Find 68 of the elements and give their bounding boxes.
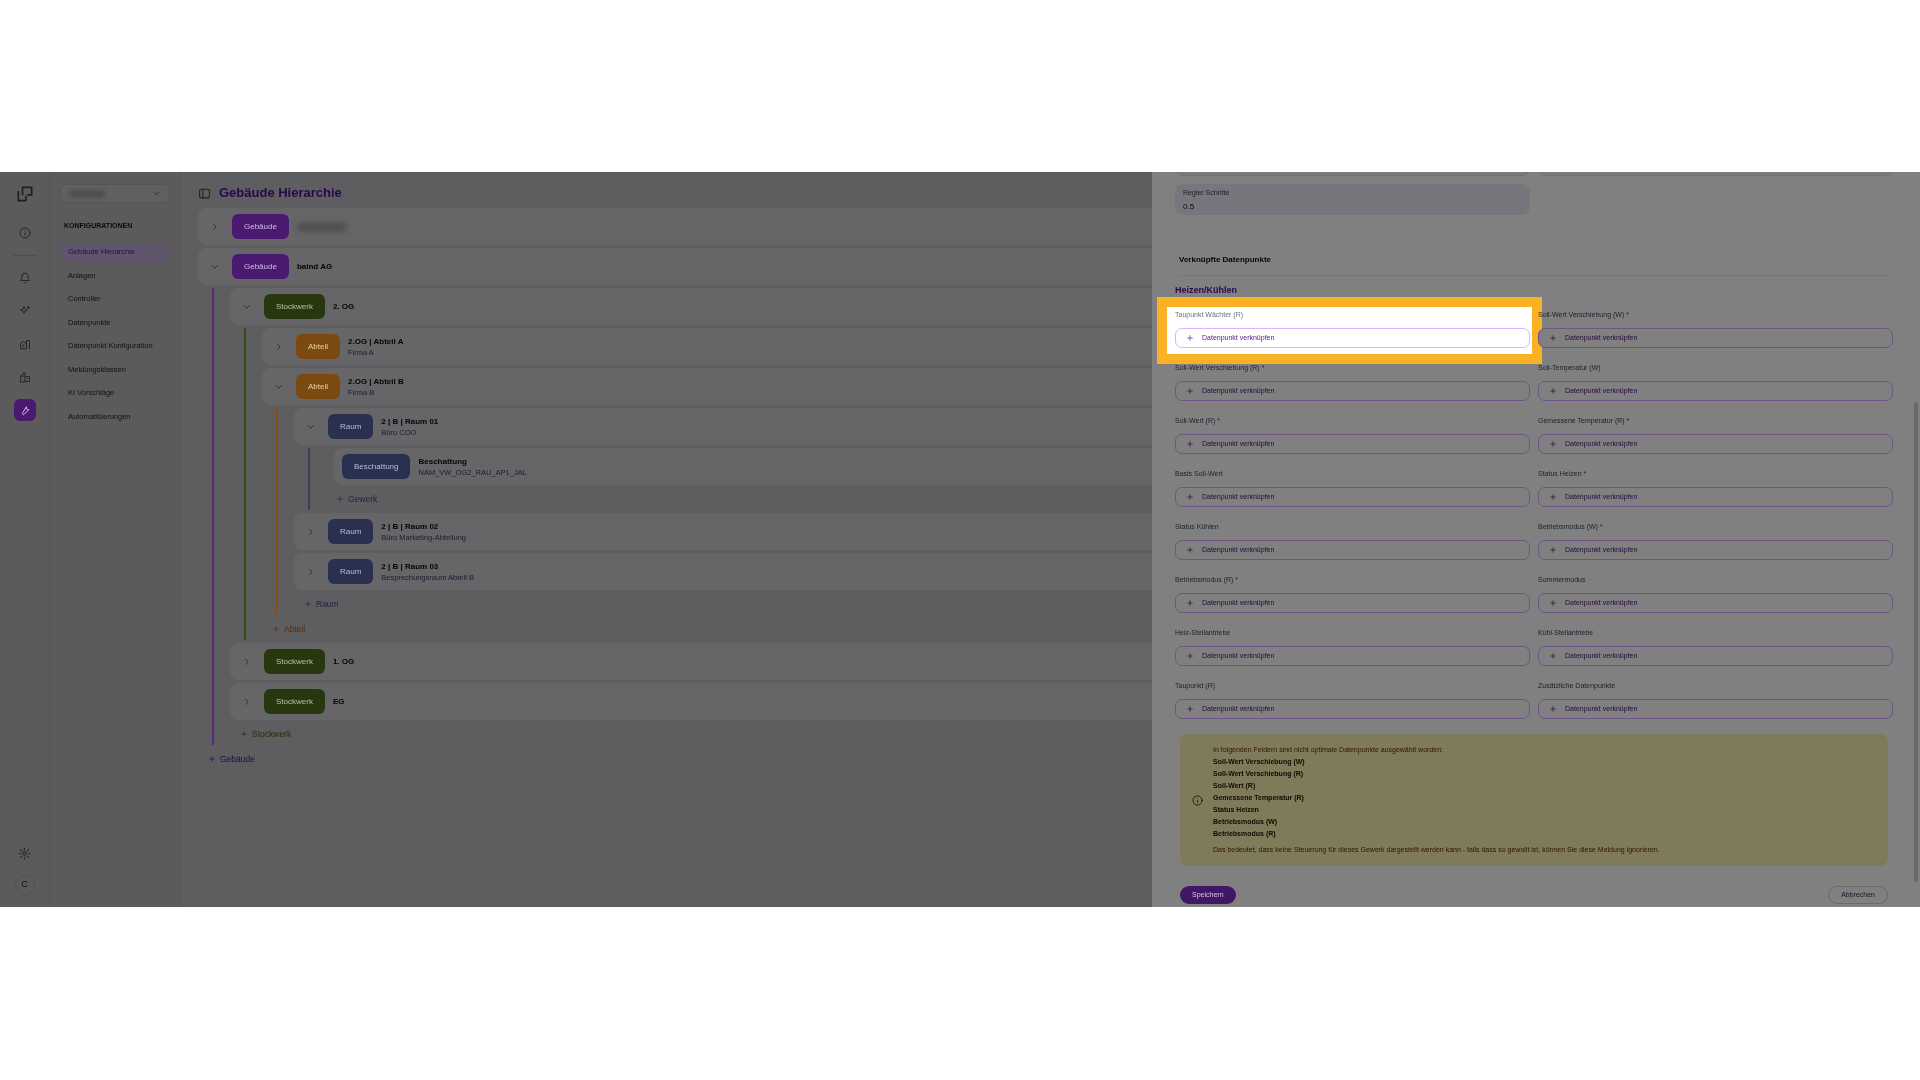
tree-row[interactable]: Stockwerk 1. OG: [230, 643, 1152, 680]
chevron-right-icon[interactable]: [306, 526, 316, 537]
node-title: 2.OG | Abteil B: [348, 375, 404, 387]
node-title: 2. OG: [332, 301, 355, 312]
type-tag: Abteil: [296, 374, 340, 399]
plus-icon: [1186, 440, 1194, 448]
node-title: 2 | B | Raum 03: [381, 560, 440, 572]
plus-icon: [1186, 705, 1194, 713]
field-value: 0.5: [1183, 200, 1196, 213]
plus-icon: [1186, 493, 1194, 501]
sidebar-toggle-icon[interactable]: [198, 186, 211, 200]
info-icon: [18, 227, 31, 239]
type-tag: Stockwerk: [264, 294, 325, 319]
node-title: baind AG: [296, 261, 333, 272]
plus-icon: [304, 600, 312, 608]
chevron-right-icon[interactable]: [306, 566, 316, 577]
type-tag: Raum: [328, 519, 374, 544]
group-title: Heizen/Kühlen: [1175, 284, 1237, 296]
node-title: 2 | B | Raum 02: [381, 520, 440, 532]
plus-icon: [1186, 546, 1194, 554]
plus-icon: [1549, 705, 1557, 713]
type-tag: Stockwerk: [264, 689, 325, 714]
info-icon: [1192, 794, 1203, 806]
plus-icon: [1549, 334, 1557, 342]
tree-row[interactable]: Gebäude: [198, 208, 1152, 245]
node-title: 2.OG | Abteil A: [348, 335, 404, 347]
workspace-dropdown[interactable]: [60, 184, 170, 203]
plus-icon: [240, 730, 248, 738]
page-title: Gebäude Hierarchie: [219, 184, 342, 203]
plus-icon: [1549, 440, 1557, 448]
tree-row[interactable]: Stockwerk EG: [230, 683, 1152, 720]
plus-icon: [208, 755, 216, 763]
type-tag: Abteil: [296, 334, 340, 359]
bell-icon: [18, 272, 31, 284]
plus-icon: [1549, 493, 1557, 501]
add-link[interactable]: Gebäude: [208, 748, 255, 770]
tree-row[interactable]: Gebäude baind AG: [198, 248, 1152, 285]
plus-icon: [1549, 599, 1557, 607]
type-tag: Stockwerk: [264, 649, 325, 674]
plus-icon: [272, 625, 280, 633]
wrench-button[interactable]: [13, 399, 36, 421]
buildings-icon: [18, 338, 31, 350]
type-tag: Gebäude: [232, 214, 289, 239]
plus-icon: [1549, 387, 1557, 395]
node-title: EG: [332, 696, 345, 707]
plus-icon: [1186, 652, 1194, 660]
chevron-right-icon[interactable]: [242, 656, 252, 667]
plus-icon: [336, 495, 344, 503]
section-title: Verknüpfte Datenpunkte: [1179, 255, 1271, 264]
tree-row[interactable]: Stockwerk 2. OG: [230, 288, 1152, 325]
factory-icon: [18, 371, 31, 383]
node-title: 2 | B | Raum 01: [381, 415, 439, 427]
chevron-right-icon[interactable]: [274, 341, 284, 352]
type-tag: Raum: [328, 559, 374, 584]
type-tag: Beschattung: [342, 454, 411, 479]
chevron-right-icon[interactable]: [242, 696, 252, 707]
node-title: Beschattung: [418, 455, 468, 467]
plus-icon: [1186, 387, 1194, 395]
node-title: 1. OG: [332, 656, 355, 667]
chevron-right-icon[interactable]: [210, 221, 220, 232]
plus-icon: [1549, 652, 1557, 660]
plus-icon: [1186, 599, 1194, 607]
type-tag: Raum: [328, 414, 374, 439]
caret-icon: [152, 189, 161, 198]
plus-icon: [1186, 334, 1194, 342]
sparkles-icon: [18, 305, 31, 317]
type-tag: Gebäude: [232, 254, 289, 279]
plus-icon: [1549, 546, 1557, 554]
